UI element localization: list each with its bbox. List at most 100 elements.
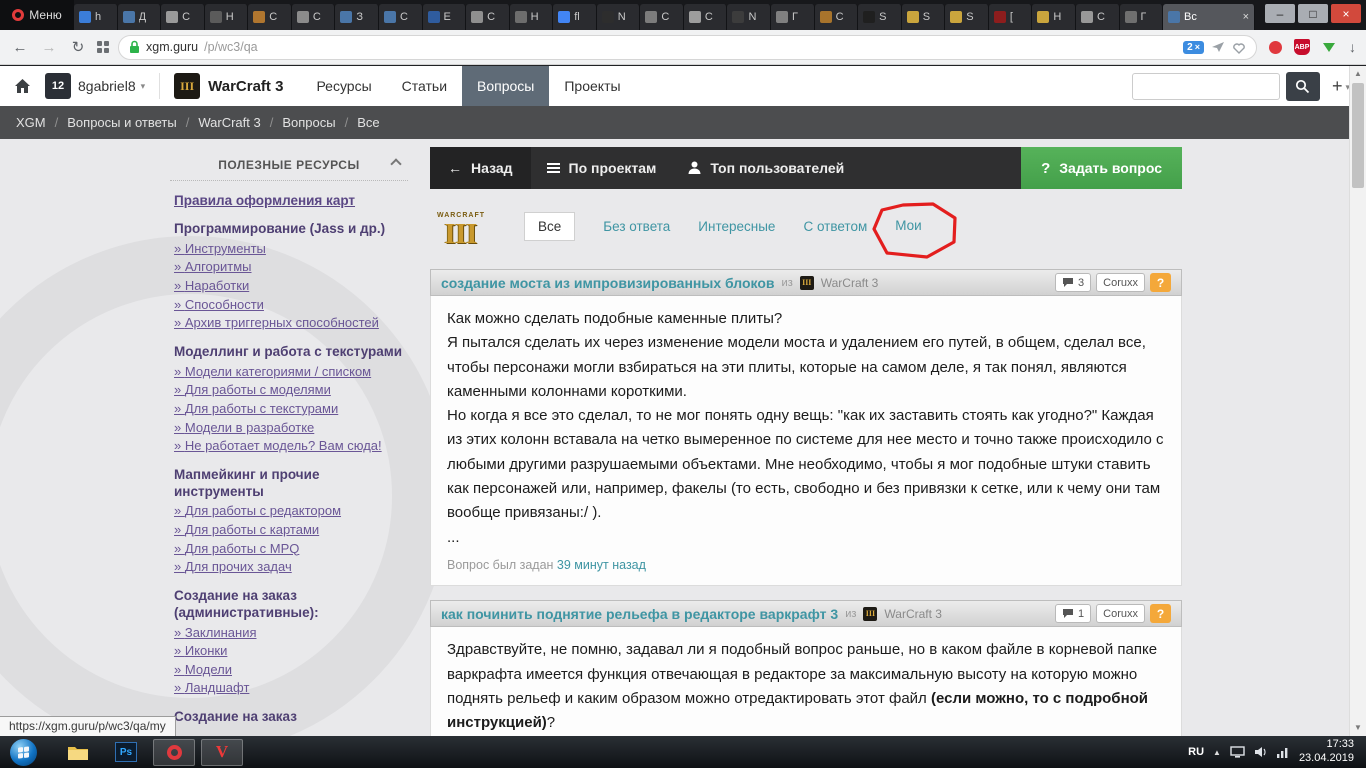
browser-tab[interactable]: Г [1119,4,1164,30]
scroll-thumb[interactable] [1352,83,1364,188]
sidebar-link[interactable]: Для работы с текстурами [174,401,404,417]
comments-badge[interactable]: 3 [1055,273,1092,292]
nav-item-resources[interactable]: Ресурсы [301,66,386,106]
avatar[interactable]: 12 [45,73,71,99]
browser-tab[interactable]: C [291,4,336,30]
speed-dial-icon[interactable] [97,41,109,53]
nav-item-projects[interactable]: Проекты [549,66,635,106]
scroll-down-button[interactable]: ▼ [1350,720,1366,736]
abp-extension-icon[interactable]: ABP [1293,38,1311,56]
tray-expand-icon[interactable]: ▲ [1213,748,1221,757]
nav-item-articles[interactable]: Статьи [387,66,462,106]
browser-tab[interactable]: C [248,4,292,30]
browser-tab[interactable]: S [901,4,946,30]
browser-tab[interactable]: N [596,4,641,30]
sidebar-link[interactable]: Алгоритмы [174,259,404,275]
blocked-count-badge[interactable]: 2 × [1183,40,1204,54]
browser-tab[interactable]: C [640,4,684,30]
browser-tab[interactable]: h [74,4,118,30]
sidebar-link[interactable]: Инструменты [174,241,404,257]
sidebar-link-map-rules[interactable]: Правила оформления карт [174,193,404,208]
filter-tab-interesting[interactable]: Интересные [698,219,775,234]
by-projects-button[interactable]: По проектам [531,147,673,189]
username[interactable]: 8gabriel8 [78,78,136,94]
breadcrumb-item[interactable]: Вопросы [261,115,335,130]
reload-icon[interactable]: ↻ [68,38,88,56]
sidebar-link[interactable]: Наработки [174,278,404,294]
sidebar-link[interactable]: Иконки [174,643,404,659]
sidebar-link[interactable]: Способности [174,297,404,313]
filter-tab-mine[interactable]: Мои [895,218,921,233]
sidebar-link[interactable]: Для работы с MPQ [174,541,404,557]
browser-tab[interactable]: Д [117,4,162,30]
volume-icon[interactable] [1254,746,1267,758]
close-button[interactable]: × [1331,4,1361,23]
breadcrumb-item[interactable]: Все [336,115,379,130]
browser-tab[interactable]: [ [988,4,1033,30]
comments-badge[interactable]: 1 [1055,604,1092,624]
browser-tab[interactable]: fl [553,4,597,30]
question-title-link[interactable]: как починить поднятие рельефа в редактор… [441,606,838,622]
forward-icon[interactable]: → [39,39,59,56]
sidebar-link[interactable]: Не работает модель? Вам сюда! [174,438,404,454]
sidebar-link[interactable]: Модели категориями / списком [174,364,404,380]
top-users-button[interactable]: Топ пользователей [672,147,860,189]
opera-taskbar-icon[interactable] [153,738,195,766]
collapse-chevron-icon[interactable] [390,158,402,170]
author-badge[interactable]: Coruxx [1096,604,1145,624]
search-input[interactable] [1131,72,1280,100]
vivaldi-taskbar-icon[interactable]: V [201,738,243,766]
back-button[interactable]: ← Назад [430,147,531,189]
browser-tab[interactable]: Н [509,4,554,30]
browser-tab-active[interactable]: Вс × [1163,4,1255,30]
back-icon[interactable]: ← [10,39,30,56]
warcraft3-project-icon[interactable]: III [174,73,201,99]
breadcrumb-item[interactable]: Вопросы и ответы [46,115,176,130]
chevron-down-icon[interactable]: ▾ [141,81,146,92]
browser-tab[interactable]: Г [771,4,815,30]
question-time-link[interactable]: 39 минут назад [557,558,646,572]
search-button[interactable] [1285,71,1320,101]
filter-tab-answered[interactable]: С ответом [803,219,867,234]
sidebar-link[interactable]: Заклинания [174,625,404,641]
browser-tab[interactable]: C [378,4,423,30]
download-icon[interactable]: ↓ [1349,39,1356,55]
browser-tab[interactable]: C [161,4,205,30]
browser-tab[interactable]: N [727,4,771,30]
sidebar-link[interactable]: Ландшафт [174,680,404,696]
sidebar-link[interactable]: Модели в разработке [174,420,404,436]
start-button[interactable] [10,738,37,766]
sidebar-link[interactable]: Для работы с моделями [174,382,404,398]
display-icon[interactable] [1230,746,1245,758]
browser-tab[interactable]: C [814,4,859,30]
browser-tab[interactable]: Н [204,4,249,30]
send-icon[interactable] [1211,41,1225,53]
sidebar-link[interactable]: Для работы с редактором [174,503,404,519]
browser-tab[interactable]: S [858,4,902,30]
author-badge[interactable]: Coruxx [1096,273,1145,292]
browser-tab[interactable]: S [945,4,989,30]
photoshop-taskbar-icon[interactable]: Ps [105,739,147,766]
sidebar-link[interactable]: Для работы с картами [174,522,404,538]
project-name[interactable]: WarCraft 3 [208,78,283,95]
scroll-up-button[interactable]: ▲ [1350,66,1366,82]
question-project-link[interactable]: WarCraft 3 [884,607,942,621]
breadcrumb-item[interactable]: WarCraft 3 [177,115,260,130]
network-icon[interactable] [1276,746,1290,758]
url-field[interactable]: xgm.guru/p/wc3/qa 2 × [118,34,1257,60]
browser-tab[interactable]: Н [1032,4,1076,30]
maximize-button[interactable]: □ [1298,4,1328,23]
nav-item-questions[interactable]: Вопросы [462,66,550,106]
sidebar-link[interactable]: Для прочих задач [174,559,404,575]
filter-tab-all[interactable]: Все [524,211,576,241]
question-title-link[interactable]: создание моста из импровизированных блок… [441,275,775,291]
sidebar-link[interactable]: Модели [174,662,404,678]
explorer-taskbar-icon[interactable] [57,739,99,766]
green-arrow-extension-icon[interactable] [1320,38,1338,56]
home-icon[interactable] [14,78,31,94]
browser-tab[interactable]: C [466,4,510,30]
browser-tab[interactable]: З [335,4,379,30]
sidebar-link[interactable]: Архив триггерных способностей [174,315,404,331]
browser-tab[interactable]: C [683,4,728,30]
scrollbar[interactable]: ▲ ▼ [1349,66,1366,736]
